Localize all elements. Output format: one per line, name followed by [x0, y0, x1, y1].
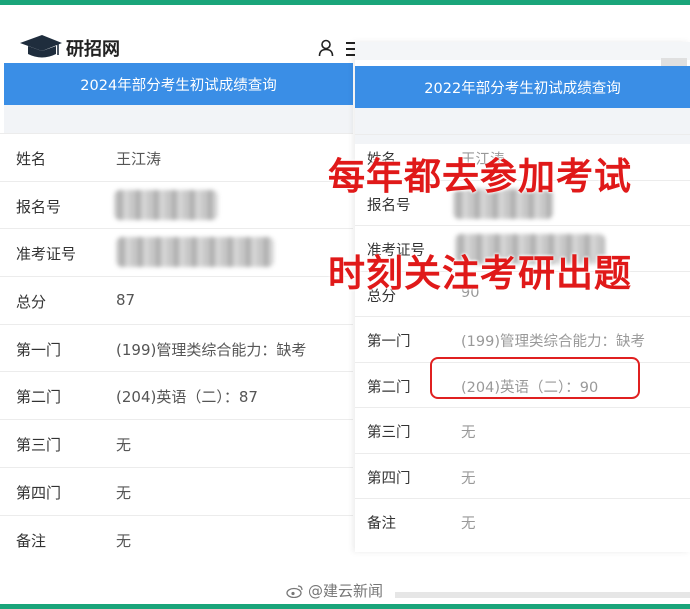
row-label: 第二门: [367, 379, 411, 396]
row-label: 准考证号: [16, 245, 77, 264]
spacer: [4, 105, 353, 133]
table-row-exam-id: 准考证号: [0, 228, 353, 276]
watermark-text: @建云新闻: [308, 582, 384, 600]
graduation-cap-icon: [20, 35, 62, 58]
table-row-registration: 报名号: [0, 180, 353, 229]
user-icon[interactable]: [318, 39, 334, 57]
site-logo-text[interactable]: 研招网: [66, 35, 120, 61]
table-row-subject-4: 第四门 无: [355, 452, 690, 499]
query-title-bar: 2024年部分考生初试成绩查询: [4, 63, 353, 105]
row-label: 第二门: [16, 388, 62, 407]
site-header: 研招网: [0, 13, 383, 69]
row-label: 报名号: [16, 197, 62, 216]
row-value: 无: [461, 425, 476, 441]
cropped-overlay-glyph: [676, 400, 690, 440]
watermark: @建云新闻: [286, 580, 383, 601]
row-value: (199)管理类综合能力：缺考: [461, 334, 645, 350]
row-label: 第四门: [367, 470, 411, 487]
table-row-remarks: 备注 无: [0, 514, 353, 563]
top-strip: [355, 42, 690, 60]
row-value: 87: [116, 291, 136, 310]
table-row-total: 总分 87: [0, 276, 353, 324]
row-label: 第三门: [16, 436, 62, 455]
row-value: 无: [116, 531, 132, 550]
table-row-name: 姓名 王江涛: [0, 133, 353, 181]
table-row-subject-3: 第三门 无: [0, 419, 353, 467]
overlay-caption-line-1: 每年都去参加考试: [328, 155, 632, 198]
query-title-bar: 2022年部分考生初试成绩查询: [355, 66, 690, 108]
row-label: 备注: [367, 516, 396, 532]
row-label: 总分: [16, 293, 47, 312]
score-table: 姓名 王江涛 报名号 准考证号 总分 87 第一门 (199)管理类综合能力：缺…: [0, 133, 353, 562]
row-value: 王江涛: [116, 150, 162, 168]
row-label: 第一门: [367, 334, 411, 350]
redacted-value: [114, 189, 218, 220]
overlay-caption-line-2: 时刻关注考研出题: [328, 252, 632, 295]
row-label: 姓名: [16, 150, 47, 168]
table-row-subject-4: 第四门 无: [0, 466, 353, 515]
row-label: 第一门: [16, 340, 62, 359]
row-value: 无: [116, 483, 132, 502]
left-score-screenshot: 研招网 2024年部分考生初试成绩查询 姓名 王江涛 报名号 准考证号 总分 8…: [0, 5, 383, 604]
weibo-icon: [286, 585, 303, 598]
right-score-screenshot: 2022年部分考生初试成绩查询 姓名 王江涛 报名号 准考证号 总分 90 第一…: [355, 42, 690, 552]
table-row-subject-1: 第一门 (199)管理类综合能力：缺考: [0, 323, 353, 372]
row-value: 无: [116, 436, 132, 455]
row-label: 第三门: [367, 425, 411, 441]
table-row-subject-2: 第二门 (204)英语（二）：87: [0, 371, 353, 419]
watermark-strip: [395, 592, 690, 598]
table-row-remarks: 备注 无: [355, 498, 690, 544]
redacted-value: [116, 237, 274, 268]
header-fragment: [661, 58, 687, 66]
row-label: 备注: [16, 531, 47, 550]
frame-bottom-border: [0, 604, 690, 609]
score-highlight-box: [430, 357, 640, 399]
table-row-subject-1: 第一门 (199)管理类综合能力：缺考: [355, 316, 690, 362]
row-value: (199)管理类综合能力：缺考: [116, 340, 307, 359]
row-label: 第四门: [16, 483, 62, 502]
table-row-subject-3: 第三门 无: [355, 407, 690, 453]
row-value: (204)英语（二）：87: [116, 388, 258, 407]
row-value: 无: [461, 470, 476, 487]
row-value: 无: [461, 516, 476, 532]
